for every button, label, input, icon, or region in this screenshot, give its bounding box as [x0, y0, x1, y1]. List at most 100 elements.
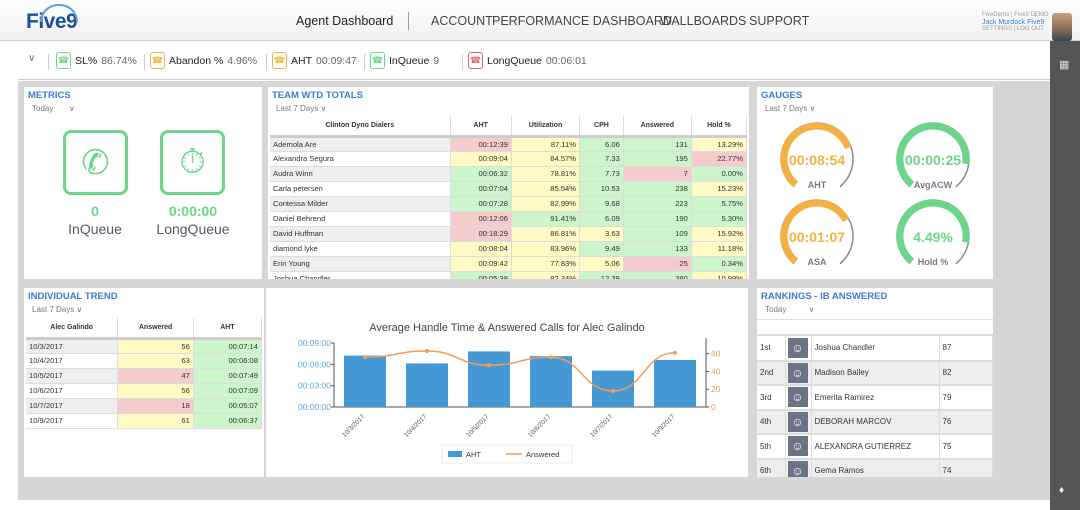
range-dropdown[interactable]: Last 7 Days ∨ — [765, 104, 815, 113]
metrics-panel: METRICS Today ∨ ✆ ⏱ 0 0:00:00 InQueue Lo… — [24, 87, 262, 279]
ranking-row: 2nd ☺ Madison Bailey 82 — [757, 360, 993, 386]
gauge-value: 00:00:25 — [904, 152, 962, 168]
kpi-sl[interactable]: ☎ SL% 86.74% — [56, 52, 137, 69]
answered-point — [673, 350, 677, 355]
cell-value: 00:07:14 — [193, 338, 263, 354]
answered-point — [363, 355, 367, 360]
range-dropdown[interactable]: Today ∨ — [32, 104, 75, 113]
kpi-inqueue[interactable]: ☎ InQueue 9 — [370, 52, 439, 69]
gauge-value: 00:08:54 — [788, 152, 846, 168]
cell-value: 91.41% — [511, 211, 581, 227]
trend-table: Alec Galindo Answered AHT 10/3/2017 56 00:07:… — [26, 318, 263, 429]
nav-wallboards[interactable]: WALLBOARDS — [660, 14, 746, 28]
cell-value: 00:09:04 — [450, 151, 512, 167]
range-value: Last 7 Days — [32, 305, 75, 314]
table-row: Joshua Chandler 00:05:38 82.34% 12.39 380 10.… — [270, 271, 748, 279]
cell-value: 77.83% — [511, 256, 581, 272]
row-name: Joshua Chandler — [270, 271, 451, 279]
apps-grid-icon[interactable]: ▦ — [1059, 58, 1069, 71]
five9-logo[interactable]: Five9 — [26, 4, 79, 34]
agent-name: Emerita Ramirez — [811, 385, 940, 411]
row-name: Contessa Milder — [270, 196, 451, 212]
cell-value: 10.53 — [579, 181, 624, 197]
trend-chart-panel: Average Handle Time & Answered Calls for… — [266, 288, 748, 477]
avatar-cell: ☺ — [785, 385, 812, 411]
gauge-label: ASA — [807, 257, 827, 267]
avatar-cell: ☺ — [785, 336, 812, 362]
row-name: David Huffman — [270, 226, 451, 242]
cell-value: 3.63 — [579, 226, 624, 242]
aht-answered-chart: Average Handle Time & Answered Calls for… — [298, 322, 721, 464]
kpi-aht[interactable]: ☎ AHT 00:09:47 — [272, 52, 357, 69]
kpi-label: LongQueue — [487, 54, 542, 67]
ranking-row: 1st ☺ Joshua Chandler 87 — [757, 336, 993, 362]
range-value: Today — [765, 305, 787, 314]
agent-name: Joshua Chandler — [811, 336, 940, 362]
range-dropdown[interactable]: Today ∨ — [765, 305, 814, 314]
cell-value: 00:06:37 — [193, 413, 263, 429]
phone-status-icon: ☎ — [370, 52, 385, 69]
table-row: Erin Young 00:09:42 77.83% 5.06 25 0.34% — [270, 256, 748, 272]
table-row: 10/7/2017 18 00:05:07 — [26, 398, 263, 414]
column-header[interactable]: Utilization — [511, 116, 581, 138]
gauge-value: 4.49% — [913, 229, 953, 245]
cell-value: 25 — [623, 256, 692, 272]
cell-value: 63 — [117, 353, 194, 369]
cell-value: 0.00% — [691, 166, 748, 182]
x-tick-label: 10/9/2017 — [651, 413, 677, 439]
right-tick-label: 60 — [711, 349, 721, 359]
cell-value: 56 — [117, 383, 194, 399]
cell-value: 13.29% — [691, 136, 748, 152]
range-dropdown[interactable]: Last 7 Days ∨ — [276, 104, 326, 113]
nav-support[interactable]: SUPPORT — [749, 14, 809, 28]
cell-value: 22.77% — [691, 151, 748, 167]
nav-performance-dashboard[interactable]: PERFORMANCE DASHBOARD — [492, 14, 672, 28]
aht-bar — [468, 351, 510, 407]
chart-title: Average Handle Time & Answered Calls for… — [369, 322, 645, 334]
gauges-panel: GAUGES Last 7 Days ∨ 00:08:54 AHT 00:00:25… — [757, 87, 993, 279]
rank: 3rd — [757, 385, 786, 411]
avatar-cell: ☺ — [785, 360, 812, 386]
cell-value: 84.57% — [511, 151, 581, 167]
column-header[interactable]: Answered — [117, 318, 194, 340]
left-tick-label: 00:00:00 — [298, 402, 331, 412]
column-header[interactable]: Hold % — [691, 116, 748, 138]
table-row: 10/6/2017 56 00:07:09 — [26, 383, 263, 399]
cell-value: 56 — [117, 338, 194, 354]
notification-bell-icon[interactable]: ♦ — [1059, 485, 1064, 496]
legend-answered-label: Answered — [526, 450, 559, 459]
table-row: Daniel Behrend 00:12:06 91.41% 6.09 190 5.30% — [270, 211, 748, 227]
cell-value: 15.92% — [691, 226, 748, 242]
panel-title: RANKINGS - IB ANSWERED — [761, 291, 888, 302]
column-header[interactable]: CPH — [579, 116, 624, 138]
user-name[interactable]: Jack Murdock Five9 — [982, 19, 1049, 26]
column-header[interactable]: AHT — [193, 318, 263, 340]
cell-value: 7.73 — [579, 166, 624, 182]
column-header[interactable]: Alec Galindo — [26, 318, 119, 340]
column-header[interactable]: Answered — [623, 116, 692, 138]
cell-value: 00:07:04 — [450, 181, 512, 197]
cell-value: 5.30% — [691, 211, 748, 227]
table-row: Alexandra Segura 00:09:04 84.57% 7.33 195 22.… — [270, 151, 748, 167]
agent-name: ALEXANDRA GUTIERREZ — [811, 434, 940, 460]
longqueue-value: 0:00:00 — [168, 203, 218, 219]
avatar-cell: ☺ — [785, 458, 812, 477]
agent-name: Madison Bailey — [811, 360, 940, 386]
nav-agent-dashboard[interactable]: Agent Dashboard — [296, 14, 393, 28]
settings-logout-links[interactable]: SETTINGS | LOG OUT — [982, 26, 1049, 33]
collapse-chevron-icon[interactable]: ∨ — [28, 53, 35, 64]
cell-value: 7.33 — [579, 151, 624, 167]
kpi-abandon[interactable]: ☎ Abandon % 4.96% — [150, 52, 257, 69]
answered-point — [487, 363, 491, 368]
column-header[interactable]: AHT — [450, 116, 512, 138]
ranking-row: 4th ☺ DEBORAH MARCOV 76 — [757, 409, 993, 435]
kpi-longqueue[interactable]: ☎ LongQueue 00:06:01 — [468, 52, 587, 69]
range-dropdown[interactable]: Last 7 Days ∨ — [32, 305, 82, 314]
user-avatar[interactable] — [1052, 13, 1072, 41]
left-tick-label: 00:03:00 — [298, 381, 331, 391]
cell-value: 223 — [623, 196, 692, 212]
answered-count: 74 — [939, 458, 993, 477]
cell-value: 00:07:09 — [193, 383, 263, 399]
column-header[interactable]: Clinton Dyno Dialers — [270, 116, 451, 138]
nav-account[interactable]: ACCOUNT — [431, 14, 493, 28]
